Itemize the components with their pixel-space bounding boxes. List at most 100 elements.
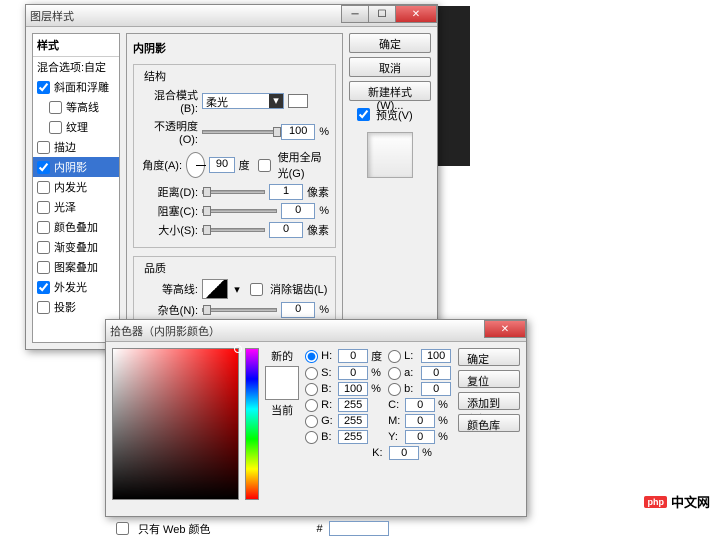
- g-input[interactable]: 255: [338, 414, 368, 428]
- l-input[interactable]: 100: [421, 349, 451, 363]
- list-item[interactable]: 光泽: [33, 197, 119, 217]
- y-input[interactable]: 0: [405, 430, 435, 444]
- dialog-actions: 确定 取消 新建样式(W)... 预览(V): [349, 33, 431, 343]
- b-hsb-input[interactable]: 100: [338, 382, 368, 396]
- style-list-header: 样式: [33, 34, 119, 57]
- check-stroke[interactable]: [37, 141, 50, 154]
- radio-lab-b[interactable]: [388, 383, 401, 396]
- hex-input[interactable]: [329, 521, 389, 536]
- size-value[interactable]: 0: [269, 222, 303, 238]
- cancel-button[interactable]: 取消: [349, 57, 431, 77]
- layer-style-title: 图层样式: [30, 8, 74, 24]
- noise-label: 杂色(N):: [140, 302, 198, 318]
- angle-label: 角度(A):: [140, 157, 182, 173]
- new-style-button[interactable]: 新建样式(W)...: [349, 81, 431, 101]
- blend-mode-combo[interactable]: 柔光▾: [202, 93, 284, 109]
- settings-panel: 内阴影 结构 混合模式(B): 柔光▾ 不透明度(O): 100 % 角度(A)…: [126, 33, 343, 343]
- radio-l[interactable]: [388, 350, 401, 363]
- preview-check[interactable]: [357, 108, 370, 121]
- m-input[interactable]: 0: [405, 414, 435, 428]
- antialias-check[interactable]: [250, 283, 263, 296]
- chevron-down-icon[interactable]: ▾: [232, 283, 242, 296]
- noise-value[interactable]: 0: [281, 302, 315, 318]
- saturation-value-box[interactable]: [112, 348, 239, 500]
- s-input[interactable]: 0: [338, 366, 368, 380]
- check-gradient-overlay[interactable]: [37, 241, 50, 254]
- ok-button[interactable]: 确定: [349, 33, 431, 53]
- new-current-swatch[interactable]: [265, 366, 299, 400]
- check-bevel[interactable]: [37, 81, 50, 94]
- list-item[interactable]: 描边: [33, 137, 119, 157]
- radio-bb[interactable]: [305, 431, 318, 444]
- maximize-button[interactable]: ☐: [368, 5, 396, 23]
- angle-dial[interactable]: [186, 152, 205, 178]
- check-outer-glow[interactable]: [37, 281, 50, 294]
- angle-value[interactable]: 90: [209, 157, 234, 173]
- blend-options-item[interactable]: 混合选项:自定: [33, 57, 119, 77]
- radio-h[interactable]: [305, 350, 318, 363]
- color-library-button[interactable]: 颜色库: [458, 414, 520, 432]
- check-drop-shadow[interactable]: [37, 301, 50, 314]
- check-color-overlay[interactable]: [37, 221, 50, 234]
- noise-slider[interactable]: [202, 308, 277, 312]
- opacity-label: 不透明度(O):: [140, 118, 198, 146]
- layer-style-titlebar[interactable]: 图层样式 ─ ☐ ✕: [26, 5, 437, 27]
- size-slider[interactable]: [202, 228, 265, 232]
- h-input[interactable]: 0: [338, 349, 368, 363]
- r-input[interactable]: 255: [338, 398, 368, 412]
- add-swatch-button[interactable]: 添加到色板: [458, 392, 520, 410]
- list-item-inner-shadow[interactable]: 内阴影: [33, 157, 119, 177]
- c-input[interactable]: 0: [405, 398, 435, 412]
- check-texture[interactable]: [49, 121, 62, 134]
- list-item[interactable]: 图案叠加: [33, 257, 119, 277]
- color-fields: H:0度 L:100 S:0% a:0 B:100% b:0 R:255 C:0…: [305, 348, 452, 510]
- list-item[interactable]: 外发光: [33, 277, 119, 297]
- ok-button[interactable]: 确定: [458, 348, 520, 366]
- b-rgb-input[interactable]: 255: [338, 430, 368, 444]
- list-item[interactable]: 纹理: [33, 117, 119, 137]
- a-input[interactable]: 0: [421, 366, 451, 380]
- choke-value[interactable]: 0: [281, 203, 315, 219]
- list-item[interactable]: 投影: [33, 297, 119, 317]
- quality-group: 品质 等高线: ▾ 消除锯齿(L) 杂色(N): 0 %: [133, 256, 336, 328]
- close-button[interactable]: ✕: [484, 320, 526, 338]
- radio-r[interactable]: [305, 399, 318, 412]
- distance-value[interactable]: 1: [269, 184, 303, 200]
- quality-title: 品质: [140, 260, 170, 276]
- preview-thumbnail: [367, 132, 413, 178]
- choke-slider[interactable]: [202, 209, 277, 213]
- global-light-check[interactable]: [258, 159, 271, 172]
- minimize-button[interactable]: ─: [341, 5, 369, 23]
- list-item[interactable]: 等高线: [33, 97, 119, 117]
- lab-b-input[interactable]: 0: [421, 382, 451, 396]
- contour-thumbnail[interactable]: [202, 279, 228, 299]
- logo-badge: php: [644, 496, 667, 508]
- radio-g[interactable]: [305, 415, 318, 428]
- contour-label: 等高线:: [140, 281, 198, 297]
- list-item[interactable]: 斜面和浮雕: [33, 77, 119, 97]
- web-only-check[interactable]: [116, 522, 129, 535]
- color-swatch[interactable]: [288, 94, 308, 108]
- color-picker-titlebar[interactable]: 拾色器（内阴影颜色） ✕: [106, 320, 526, 342]
- list-item[interactable]: 渐变叠加: [33, 237, 119, 257]
- radio-s[interactable]: [305, 367, 318, 380]
- list-item[interactable]: 内发光: [33, 177, 119, 197]
- check-pattern-overlay[interactable]: [37, 261, 50, 274]
- opacity-slider[interactable]: [202, 130, 277, 134]
- check-contour[interactable]: [49, 101, 62, 114]
- check-satin[interactable]: [37, 201, 50, 214]
- sv-cursor-icon: [234, 345, 242, 353]
- layer-style-window: 图层样式 ─ ☐ ✕ 样式 混合选项:自定 斜面和浮雕 等高线 纹理 描边 内阴…: [25, 4, 438, 350]
- opacity-value[interactable]: 100: [281, 124, 315, 140]
- structure-title: 结构: [140, 68, 170, 84]
- k-input[interactable]: 0: [389, 446, 419, 460]
- list-item[interactable]: 颜色叠加: [33, 217, 119, 237]
- check-inner-shadow[interactable]: [37, 161, 50, 174]
- radio-b[interactable]: [305, 383, 318, 396]
- close-button[interactable]: ✕: [395, 5, 437, 23]
- reset-button[interactable]: 复位: [458, 370, 520, 388]
- check-inner-glow[interactable]: [37, 181, 50, 194]
- radio-a[interactable]: [388, 367, 401, 380]
- distance-slider[interactable]: [202, 190, 265, 194]
- hue-strip[interactable]: [245, 348, 259, 500]
